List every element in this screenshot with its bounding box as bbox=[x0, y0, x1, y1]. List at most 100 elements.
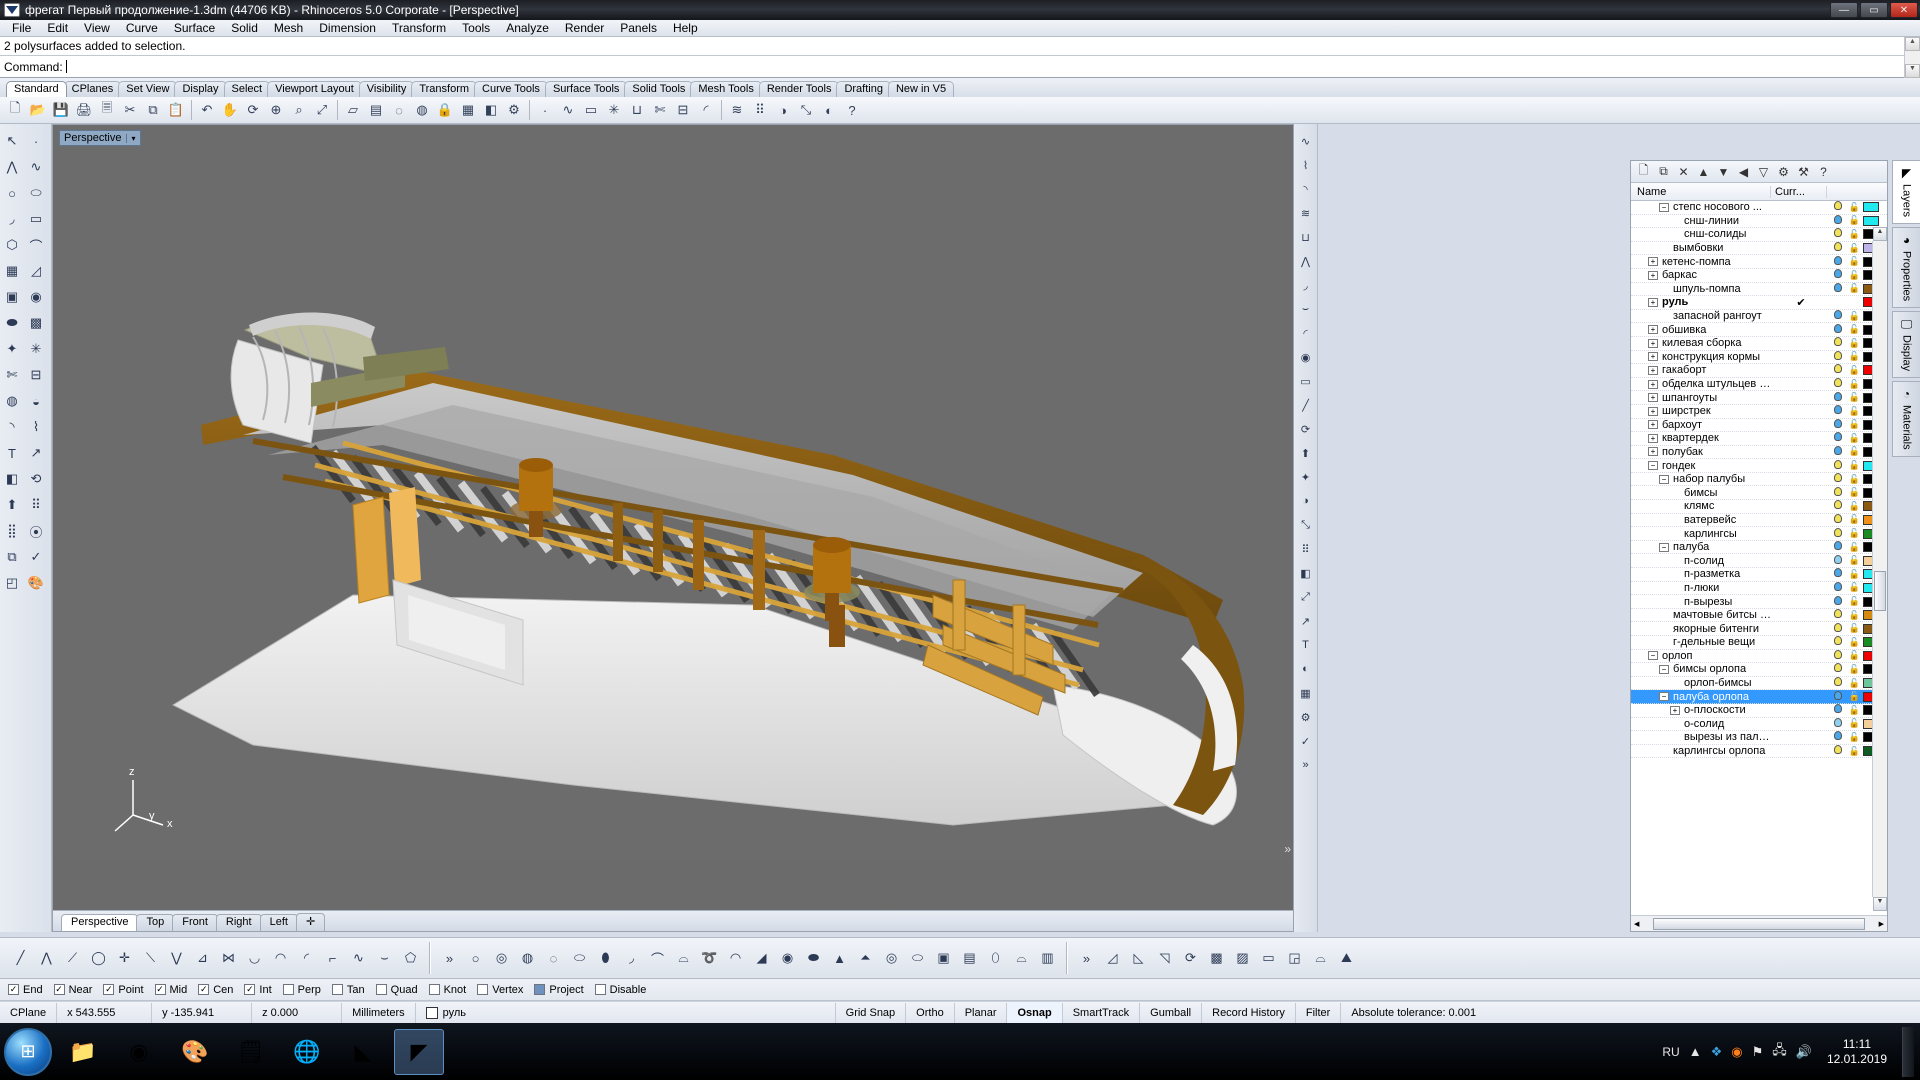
tray-expand-chevron-up-icon[interactable]: ▲ bbox=[1689, 1044, 1702, 1059]
toolbar-tab-solid-tools[interactable]: Solid Tools bbox=[624, 81, 694, 97]
menu-panels[interactable]: Panels bbox=[612, 20, 665, 36]
collapse-layer-icon[interactable]: − bbox=[1659, 202, 1669, 212]
viewport-tab-top[interactable]: Top bbox=[136, 914, 175, 931]
pan-icon[interactable]: ✋ bbox=[219, 99, 241, 121]
free-curve-icon[interactable]: ⌒ bbox=[24, 232, 48, 258]
layer-lock-icon[interactable]: 🔓 bbox=[1846, 229, 1863, 240]
viewport-tab-perspective[interactable]: Perspective bbox=[61, 914, 139, 931]
menu-analyze[interactable]: Analyze bbox=[498, 20, 557, 36]
copy-layer-icon[interactable]: ⧉ bbox=[1655, 163, 1672, 180]
layer-row[interactable]: снш-линии 🔓 bbox=[1631, 214, 1887, 229]
expand-layer-icon[interactable]: + bbox=[1648, 270, 1658, 280]
scale-icon[interactable]: ⤡ bbox=[795, 99, 817, 121]
array-icon[interactable]: ⠿ bbox=[1296, 538, 1316, 560]
layer-row[interactable]: + килевая сборка 🔓 bbox=[1631, 337, 1887, 351]
status-toggle-gumball[interactable]: Gumball bbox=[1140, 1002, 1203, 1023]
paste-icon[interactable]: 📋 bbox=[165, 99, 187, 121]
helix-icon[interactable]: ➰ bbox=[697, 943, 722, 973]
boolean-union-icon[interactable]: ✦ bbox=[0, 336, 24, 362]
layer-lock-icon[interactable]: 🔓 bbox=[1846, 419, 1863, 430]
select-arrow-icon[interactable]: ↖ bbox=[0, 128, 24, 154]
new-file-icon[interactable]: 🗋 bbox=[4, 99, 26, 121]
layer-row[interactable]: + ширстрек 🔓 bbox=[1631, 405, 1887, 419]
layer-visibility-bulb-icon[interactable] bbox=[1829, 622, 1846, 635]
toolbar-tab-set-view[interactable]: Set View bbox=[118, 81, 178, 97]
osnap-project[interactable]: Project bbox=[534, 984, 584, 996]
more-chevron-icon[interactable]: » bbox=[1074, 943, 1099, 973]
print-icon[interactable]: 🖨 bbox=[73, 99, 95, 121]
arc-3point-icon[interactable]: ◠ bbox=[268, 943, 293, 973]
layer-row[interactable]: г-дельные вещи 🔓 bbox=[1631, 636, 1887, 650]
layer-visibility-bulb-icon[interactable] bbox=[1829, 418, 1846, 431]
layer-visibility-bulb-icon[interactable] bbox=[1829, 527, 1846, 540]
expand-layer-icon[interactable]: + bbox=[1648, 433, 1658, 443]
check-icon[interactable]: ✓ bbox=[24, 544, 48, 570]
show-desktop-button[interactable] bbox=[1902, 1026, 1914, 1077]
properties-icon[interactable]: ⚙ bbox=[503, 99, 525, 121]
dock-tab-materials[interactable]: ◔ Materials bbox=[1892, 381, 1920, 457]
ellipse-icon[interactable]: ⬭ bbox=[567, 943, 592, 973]
box-icon[interactable]: ▣ bbox=[0, 284, 24, 310]
taskbar-rhino-icon[interactable]: ◣ bbox=[338, 1029, 388, 1075]
filter-icon[interactable]: ▽ bbox=[1755, 163, 1772, 180]
revolve-icon[interactable]: ⟳ bbox=[1296, 418, 1316, 440]
extrude-icon[interactable]: ⬆ bbox=[0, 492, 24, 518]
drape-icon[interactable]: ⌓ bbox=[1308, 943, 1333, 973]
curve-interp-icon[interactable]: ⌣ bbox=[372, 943, 397, 973]
dock-tab-properties[interactable]: ◕ Properties bbox=[1892, 227, 1920, 309]
fillet-icon[interactable]: ◜ bbox=[695, 99, 717, 121]
layer-row[interactable]: снш-солиды 🔓 bbox=[1631, 228, 1887, 242]
dock-tab-display[interactable]: 🖵 Display bbox=[1892, 311, 1920, 379]
new-layer-icon[interactable]: 🗋 bbox=[1635, 163, 1652, 180]
osnap-perp[interactable]: Perp bbox=[282, 984, 321, 996]
torus-icon[interactable]: ◎ bbox=[879, 943, 904, 973]
layer-lock-icon[interactable]: 🔓 bbox=[1846, 514, 1863, 525]
taskbar-paint-palette-icon[interactable]: 🎨 bbox=[170, 1029, 220, 1075]
offset-icon[interactable]: ≋ bbox=[1296, 202, 1316, 224]
layer-row[interactable]: запасной рангоут 🔓 bbox=[1631, 310, 1887, 324]
taskbar-firefox-browser-icon[interactable]: 🌐 bbox=[282, 1029, 332, 1075]
blend-curve-icon[interactable]: ⌇ bbox=[24, 414, 48, 440]
layer-row[interactable]: п-люки 🔓 bbox=[1631, 581, 1887, 596]
collapse-layer-icon[interactable]: − bbox=[1659, 542, 1669, 552]
toolbar-tab-curve-tools[interactable]: Curve Tools bbox=[474, 81, 548, 97]
dropbox-icon[interactable]: ❖ bbox=[1711, 1044, 1723, 1060]
status-current-layer[interactable]: руль bbox=[416, 1002, 836, 1023]
viewport-tab-right[interactable]: Right bbox=[215, 914, 262, 931]
layer-visibility-bulb-icon[interactable] bbox=[1829, 609, 1846, 621]
network-icon[interactable]: 🖧 bbox=[1772, 1041, 1787, 1063]
tools-icon[interactable]: ⚒ bbox=[1795, 163, 1812, 180]
array-grid-icon[interactable]: ⣿ bbox=[0, 518, 24, 544]
osnap-tan[interactable]: Tan bbox=[331, 984, 365, 996]
layers-vertical-scrollbar[interactable]: ▲ ▼ bbox=[1872, 227, 1887, 911]
cut-icon[interactable]: ✂ bbox=[119, 99, 141, 121]
layer-visibility-bulb-icon[interactable] bbox=[1829, 282, 1846, 295]
collapse-layer-icon[interactable]: − bbox=[1659, 474, 1669, 484]
polyline-segment-icon[interactable]: ⟍ bbox=[138, 943, 163, 973]
cone-icon[interactable]: ▲ bbox=[827, 943, 852, 973]
sphere-icon[interactable]: ◉ bbox=[24, 284, 48, 310]
command-scrollbar[interactable]: ▲ ▼ bbox=[1904, 37, 1920, 78]
osnap-near[interactable]: Near bbox=[53, 984, 92, 996]
taskbar-folder-explorer-icon[interactable]: 📁 bbox=[58, 1029, 108, 1075]
show-objects-icon[interactable]: ◍ bbox=[411, 99, 433, 121]
dimension-icon[interactable]: ↗ bbox=[1296, 610, 1316, 632]
taskbar-rhino-active-icon[interactable]: ◤ bbox=[394, 1028, 444, 1075]
dimension-icon[interactable]: ↗ bbox=[24, 440, 48, 466]
status-cplane[interactable]: CPlane bbox=[0, 1002, 58, 1023]
surface-icon[interactable]: ▭ bbox=[580, 99, 602, 121]
layer-icon[interactable]: ▦ bbox=[457, 99, 479, 121]
osnap-checkbox[interactable] bbox=[103, 984, 115, 995]
save-icon[interactable]: 💾 bbox=[50, 99, 72, 121]
layer-lock-icon[interactable]: 🔓 bbox=[1846, 446, 1863, 457]
group-icon[interactable]: ◧ bbox=[0, 466, 24, 492]
layer-lock-icon[interactable]: 🔓 bbox=[1846, 623, 1863, 634]
layer-row[interactable]: + баркас 🔓 bbox=[1631, 269, 1887, 283]
layer-visibility-bulb-icon[interactable] bbox=[1829, 745, 1846, 757]
copy-icon[interactable]: ⧉ bbox=[142, 99, 164, 121]
menu-curve[interactable]: Curve bbox=[118, 20, 166, 36]
copy-object-icon[interactable]: ⧉ bbox=[0, 544, 24, 570]
osnap-checkbox[interactable] bbox=[428, 984, 440, 995]
perspective-viewport[interactable]: Perspective ▾ z x y » bbox=[53, 125, 1293, 859]
menu-tools[interactable]: Tools bbox=[454, 20, 498, 36]
